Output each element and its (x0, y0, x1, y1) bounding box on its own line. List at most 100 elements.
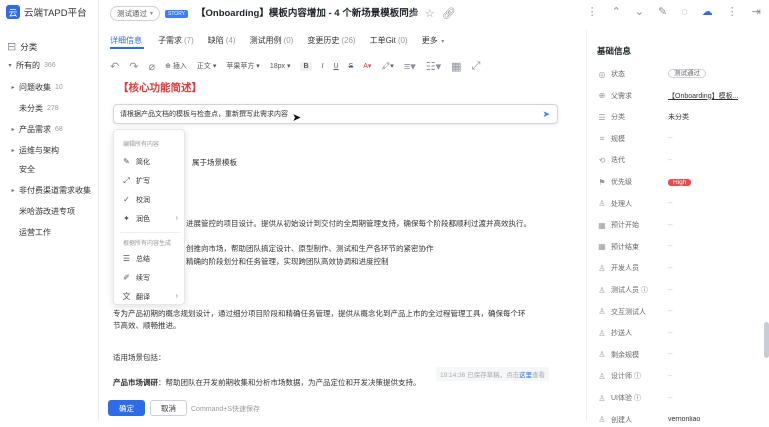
scrollbar-thumb[interactable] (764, 322, 769, 358)
info-field[interactable]: ♙ 交互测试人 -- (587, 305, 769, 319)
ai-menu-item[interactable]: ⤢ 扩写 (114, 173, 186, 188)
sidebar-item[interactable]: 运营工作 (0, 225, 99, 239)
chevron-up-icon[interactable]: ⌃ (612, 5, 621, 18)
expand-arrow-icon[interactable]: ▸ (9, 126, 17, 133)
info-field[interactable]: ♙ 开发人员 -- (587, 261, 769, 275)
expand-icon[interactable]: ⤢ (472, 60, 481, 73)
link-icon[interactable]: 🔗︎ (442, 7, 456, 20)
list-icon[interactable]: ☷▾ (426, 60, 441, 73)
text-style-select[interactable]: 正文 ▾ (197, 61, 216, 71)
expand-arrow-icon[interactable]: ▸ (9, 187, 17, 194)
sidebar-item[interactable]: ▸ 运维与架构 (0, 143, 99, 157)
field-value[interactable]: -- (668, 287, 673, 294)
field-value[interactable]: -- (668, 373, 673, 380)
confirm-button[interactable]: 确定 (108, 400, 145, 416)
info-field[interactable]: ♙ 抄送人 -- (587, 326, 769, 340)
sidebar-item[interactable]: 安全 (0, 162, 99, 176)
more-vertical-icon[interactable]: ⋮ (587, 5, 598, 18)
field-value[interactable]: High (668, 177, 692, 188)
ai-menu-item[interactable]: ✦ 润色 › (114, 211, 186, 226)
expand-arrow-icon[interactable]: ▾ (6, 62, 14, 69)
info-field[interactable]: ♙ 处理人 -- (587, 197, 769, 211)
font-size-select[interactable]: 18px ▾ (270, 62, 291, 70)
field-value[interactable]: -- (668, 265, 673, 272)
sidebar-item[interactable]: 米哈游改进专项 (0, 204, 99, 218)
redo-icon[interactable]: ↷ (129, 60, 138, 73)
info-field[interactable]: ⟲ 迭代 -- (587, 153, 769, 167)
italic-button[interactable]: I (322, 63, 324, 70)
info-field[interactable]: ⌗ 规模 -- (587, 132, 769, 146)
ai-menu-item[interactable]: 文翻译 › (114, 289, 186, 304)
edit-icon[interactable]: ✎ (658, 5, 667, 18)
ai-menu-item[interactable]: ✐ 续写 (114, 270, 186, 285)
expand-arrow-icon[interactable]: ▸ (9, 147, 17, 154)
ai-menu-item[interactable]: ☰ 总结 (114, 251, 186, 266)
info-field[interactable]: ▦ 预计开始 -- (587, 218, 769, 232)
cloud-icon[interactable]: ☁︎ (702, 5, 713, 18)
tab[interactable]: 缺陷 (4) (208, 33, 236, 49)
more-vertical-icon[interactable]: ⋮ (727, 5, 738, 18)
ai-prompt-input[interactable]: 请根据产品文档的模板与检查点，重新撰写此需求内容 ➤ (113, 104, 558, 124)
font-select[interactable]: 苹果苹方 ▾ (226, 61, 259, 71)
tab[interactable]: 更多 ▾ (422, 33, 445, 49)
sidebar-item[interactable]: 未分类 278 (0, 101, 99, 115)
info-field[interactable]: ♙ 设计师 ⓘ -- (587, 369, 769, 383)
tab[interactable]: 子需求 (7) (158, 33, 194, 49)
menu-item-icon: ✓ (123, 195, 130, 204)
ai-menu-item[interactable]: ✓ 校润 (114, 192, 186, 207)
info-field[interactable]: ⚑ 优先级 High (587, 175, 769, 189)
info-field[interactable]: ♙ UI体验 ⓘ -- (587, 391, 769, 405)
ai-menu-item[interactable]: ✎ 简化 (114, 154, 186, 169)
info-field[interactable]: ♙ 创建人 vernonliao (587, 413, 769, 427)
bold-button[interactable]: B (300, 61, 312, 71)
info-field[interactable]: ♙ 测试人员 ⓘ -- (587, 283, 769, 297)
saved-link[interactable]: 这里 (519, 372, 532, 379)
sidebar-item[interactable]: ▾ 所有的 366 (0, 58, 99, 72)
chevron-down-icon[interactable]: ⌄ (635, 5, 644, 18)
field-value[interactable]: -- (668, 135, 673, 142)
story-title[interactable]: 【Onboarding】模板内容增加 - 4 个新场景模板同步 (196, 6, 418, 21)
expand-arrow-icon[interactable]: ▸ (9, 84, 17, 91)
info-field[interactable]: ♙ 剩余规模 -- (587, 348, 769, 362)
insert-button[interactable]: ⊕ 插入 (165, 61, 187, 71)
tab[interactable]: 详细信息 (110, 33, 144, 49)
field-value[interactable]: 【Onboarding】模板... (668, 91, 738, 101)
star-icon[interactable]: ☆ (425, 7, 435, 20)
field-value[interactable]: -- (668, 351, 673, 358)
app-logo[interactable]: 云 云端TAPD平台 (6, 5, 87, 19)
field-value[interactable]: -- (668, 222, 673, 229)
highlight-button[interactable]: 🖍︎▾ (381, 62, 393, 70)
field-value[interactable]: -- (668, 200, 673, 207)
field-value[interactable]: -- (668, 330, 673, 337)
status-dropdown[interactable]: 测试通过 ▾ (110, 6, 161, 21)
field-value[interactable]: 测试通过 (668, 69, 706, 79)
underline-button[interactable]: U (333, 63, 338, 70)
sidebar-item[interactable]: ▸ 非付费渠道需求收集 (0, 183, 99, 197)
format-painter-icon[interactable]: ⌀ (148, 60, 155, 73)
field-value[interactable]: -- (668, 308, 673, 315)
strikethrough-button[interactable]: S (349, 63, 354, 70)
info-field[interactable]: ◎ 状态 测试通过 (587, 67, 769, 81)
sidebar-item[interactable]: ▸ 产品需求 68 (0, 122, 99, 136)
sidebar-item[interactable]: ▸ 问题收集 10 (0, 80, 99, 94)
undo-icon[interactable]: ↶ (110, 60, 119, 73)
tab[interactable]: 测试用例 (0) (250, 33, 294, 49)
table-icon[interactable]: ▦ (451, 60, 461, 73)
cancel-button[interactable]: 取消 (150, 400, 187, 416)
font-color-button[interactable]: A▾ (363, 62, 371, 70)
field-value[interactable]: -- (668, 157, 673, 164)
exit-icon[interactable]: ⇥ (752, 5, 761, 18)
tab[interactable]: 变更历史 (26) (307, 33, 355, 49)
comment-icon[interactable]: ◌ (681, 6, 688, 18)
info-field[interactable]: ⊕ 父需求 【Onboarding】模板... (587, 89, 769, 103)
info-field[interactable]: ▦ 预计结束 -- (587, 240, 769, 254)
field-value[interactable]: -- (668, 243, 673, 250)
send-icon[interactable]: ➤ (542, 109, 550, 120)
field-value[interactable]: vernonliao (668, 416, 700, 423)
field-value[interactable]: -- (668, 395, 673, 402)
tab[interactable]: 工单Git (0) (370, 33, 408, 49)
info-field[interactable]: ☰ 分类 未分类 (587, 110, 769, 124)
field-value[interactable]: 未分类 (668, 112, 689, 122)
align-icon[interactable]: ≡▾ (404, 60, 416, 73)
lock-icon[interactable]: 🔒︎ (412, 7, 418, 20)
